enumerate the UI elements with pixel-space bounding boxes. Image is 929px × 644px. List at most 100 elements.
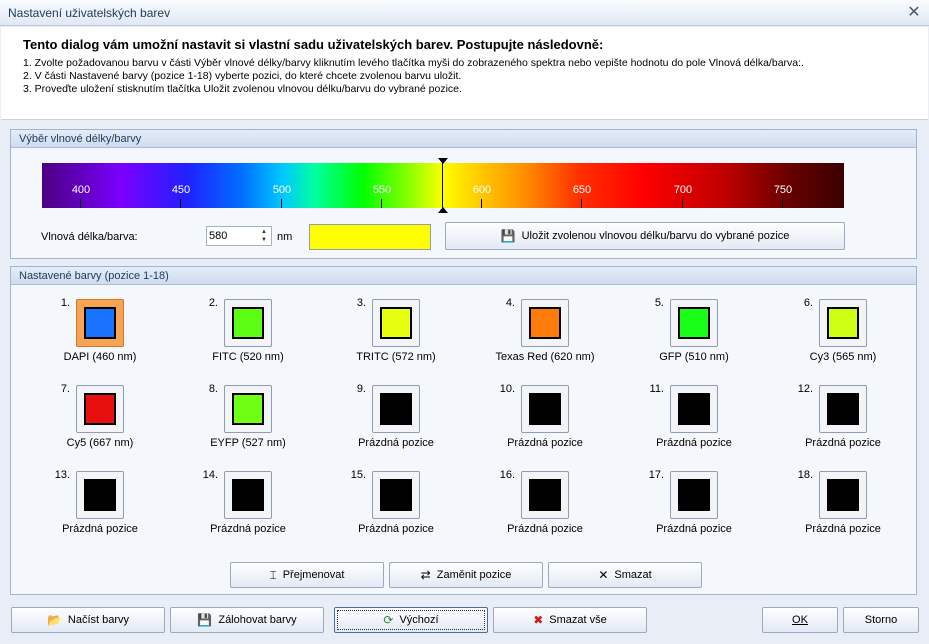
delete-button[interactable]: ✕ Smazat: [548, 562, 702, 588]
save-icon: 💾: [500, 229, 516, 243]
slot-swatch: [827, 393, 859, 425]
rename-icon: ⌶: [269, 567, 277, 582]
title-bar: Nastavení uživatelských barev ✕: [0, 0, 929, 26]
slot-name: Prázdná pozice: [656, 437, 732, 449]
slot-name: Cy5 (667 nm): [66, 437, 134, 449]
slot-name: Cy3 (565 nm): [809, 351, 877, 363]
slot-frame[interactable]: [819, 471, 867, 519]
slot-number: 12.: [797, 383, 813, 395]
spin-down-icon[interactable]: ▼: [259, 236, 269, 244]
slot-frame[interactable]: [372, 471, 420, 519]
color-slot[interactable]: 12. Prázdná pozice: [789, 383, 929, 463]
group-header: Výběr vlnové délky/barvy: [11, 130, 916, 148]
group-title: Nastavené barvy (pozice 1-18): [19, 270, 169, 282]
slot-number: 15.: [350, 469, 366, 481]
slot-frame[interactable]: [521, 299, 569, 347]
slot-name: Prázdná pozice: [507, 523, 583, 535]
slot-number: 16.: [499, 469, 515, 481]
load-colors-button[interactable]: 📂 Načíst barvy: [11, 607, 165, 633]
backup-colors-button[interactable]: 💾 Zálohovat barvy: [170, 607, 324, 633]
slot-number: 9.: [356, 383, 366, 395]
slot-frame[interactable]: [670, 299, 718, 347]
slot-name: Prázdná pozice: [62, 523, 138, 535]
spectrum-bar[interactable]: 400 450 500 550 600 650 700 750: [42, 163, 844, 208]
slot-swatch: [84, 479, 116, 511]
color-slot[interactable]: 15. Prázdná pozice: [342, 469, 482, 549]
cancel-button[interactable]: Storno: [843, 607, 919, 633]
delete-all-button[interactable]: ✖ Smazat vše: [493, 607, 647, 633]
slot-frame[interactable]: [372, 299, 420, 347]
color-slot[interactable]: 17. Prázdná pozice: [640, 469, 780, 549]
color-slot[interactable]: 11. Prázdná pozice: [640, 383, 780, 463]
color-slot[interactable]: 14. Prázdná pozice: [194, 469, 334, 549]
color-slot[interactable]: 3. TRITC (572 nm): [342, 297, 482, 377]
slot-number: 10.: [499, 383, 515, 395]
wavelength-stepper[interactable]: ▲ ▼: [206, 226, 272, 246]
slot-number: 7.: [60, 383, 70, 395]
ok-button[interactable]: OK: [762, 607, 838, 633]
slot-name: Prázdná pozice: [358, 523, 434, 535]
color-slot[interactable]: 9. Prázdná pozice: [342, 383, 482, 463]
color-slot[interactable]: 13. Prázdná pozice: [46, 469, 186, 549]
color-slot[interactable]: 8. EYFP (527 nm): [194, 383, 334, 463]
slot-frame[interactable]: [521, 471, 569, 519]
rename-label: Přejmenovat: [282, 569, 345, 581]
slot-swatch: [827, 307, 859, 339]
delete-icon: ✕: [598, 568, 609, 582]
slot-frame[interactable]: [224, 299, 272, 347]
group-header: Nastavené barvy (pozice 1-18): [11, 267, 916, 285]
slot-frame[interactable]: [521, 385, 569, 433]
slot-frame[interactable]: [819, 385, 867, 433]
color-slot[interactable]: 1. DAPI (460 nm): [46, 297, 186, 377]
slot-number: 17.: [648, 469, 664, 481]
slot-number: 3.: [356, 297, 366, 309]
color-slot[interactable]: 2. FITC (520 nm): [194, 297, 334, 377]
color-slot[interactable]: 7. Cy5 (667 nm): [46, 383, 186, 463]
slot-number: 11.: [649, 383, 664, 395]
wavelength-marker[interactable]: [442, 158, 443, 212]
slot-name: Prázdná pozice: [507, 437, 583, 449]
color-slot[interactable]: 6. Cy3 (565 nm): [789, 297, 929, 377]
wavelength-unit: nm: [277, 231, 293, 243]
slot-frame[interactable]: [224, 471, 272, 519]
slot-swatch: [380, 393, 412, 425]
color-slot[interactable]: 5. GFP (510 nm): [640, 297, 780, 377]
close-icon[interactable]: ✕: [905, 4, 923, 22]
swap-label: Zaměnit pozice: [436, 569, 512, 581]
slot-name: GFP (510 nm): [659, 351, 729, 363]
cancel-label: Storno: [864, 614, 898, 626]
color-slot[interactable]: 10. Prázdná pozice: [491, 383, 631, 463]
slot-frame[interactable]: [372, 385, 420, 433]
slot-frame[interactable]: [670, 471, 718, 519]
slot-frame[interactable]: [224, 385, 272, 433]
delete-all-label: Smazat vše: [549, 614, 607, 626]
swap-icon: ⇄: [420, 568, 431, 582]
slot-number: 8.: [208, 383, 218, 395]
slot-swatch: [678, 479, 710, 511]
slot-frame[interactable]: [76, 385, 124, 433]
slot-name: Prázdná pozice: [358, 437, 434, 449]
wavelength-input[interactable]: [209, 229, 255, 243]
slot-frame[interactable]: [819, 299, 867, 347]
refresh-icon: ⟳: [383, 613, 394, 627]
rename-button[interactable]: ⌶ Přejmenovat: [230, 562, 384, 588]
default-button[interactable]: ⟳ Výchozí: [334, 607, 488, 633]
slot-number: 18.: [797, 469, 813, 481]
spin-up-icon[interactable]: ▲: [259, 228, 269, 236]
color-slot[interactable]: 18. Prázdná pozice: [789, 469, 929, 549]
slot-name: TRITC (572 nm): [356, 351, 436, 363]
slot-frame[interactable]: [76, 299, 124, 347]
swap-positions-button[interactable]: ⇄ Zaměnit pozice: [389, 562, 543, 588]
slot-name: Prázdná pozice: [656, 523, 732, 535]
slot-swatch: [84, 307, 116, 339]
slot-frame[interactable]: [76, 471, 124, 519]
color-slot[interactable]: 16. Prázdná pozice: [491, 469, 631, 549]
slot-name: Prázdná pozice: [805, 437, 881, 449]
save-to-slot-button[interactable]: 💾 Uložit zvolenou vlnovou délku/barvu do…: [445, 222, 845, 250]
group-title: Výběr vlnové délky/barvy: [19, 133, 142, 145]
slot-number: 4.: [505, 297, 515, 309]
color-slot[interactable]: 4. Texas Red (620 nm): [491, 297, 631, 377]
preset-colors-group: Nastavené barvy (pozice 1-18) 1. DAPI (46…: [10, 266, 917, 595]
slot-swatch: [529, 307, 561, 339]
slot-frame[interactable]: [670, 385, 718, 433]
